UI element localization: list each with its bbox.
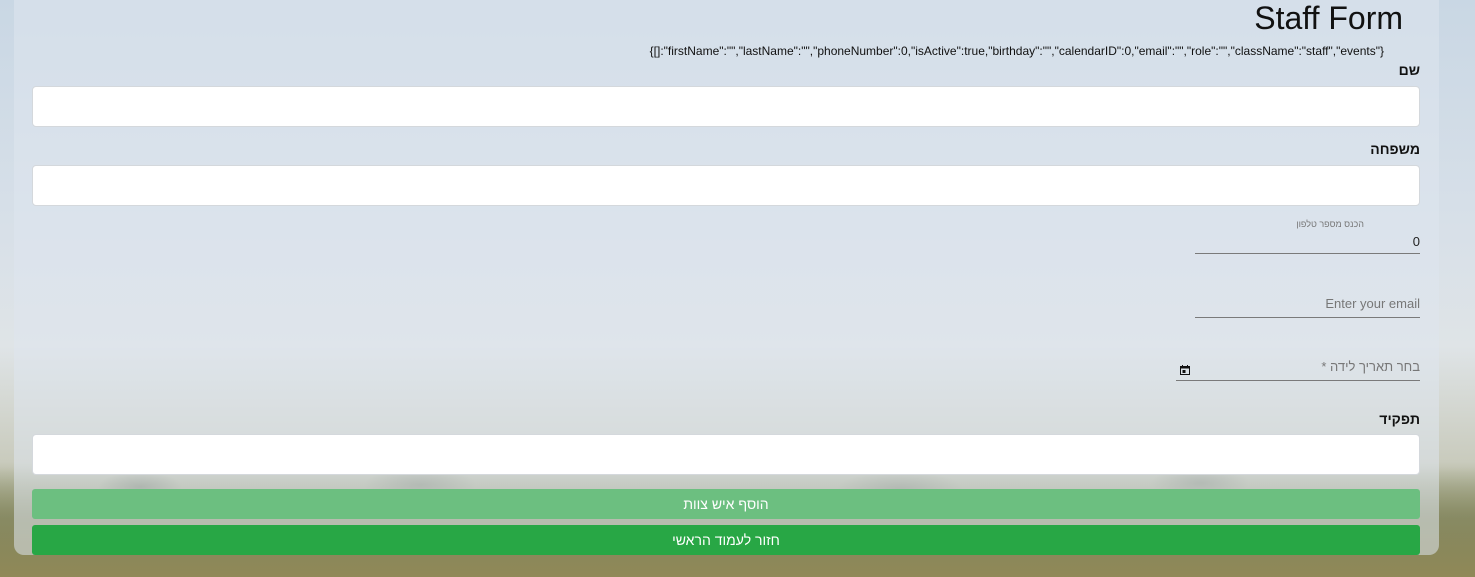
page-title: Staff Form — [1254, 0, 1403, 36]
phone-input[interactable]: 0 — [1195, 228, 1420, 254]
json-preview: {[]:"firstName":"","lastName":"","phoneN… — [649, 44, 1384, 58]
role-label: תפקיד — [1379, 411, 1420, 427]
last-name-input[interactable] — [32, 165, 1420, 206]
last-name-label: משפחה — [1370, 141, 1420, 157]
email-placeholder: Enter your email — [1325, 296, 1420, 311]
first-name-input[interactable] — [32, 86, 1420, 127]
birthday-input[interactable]: בחר תאריך לידה * — [1176, 354, 1420, 381]
add-staff-button[interactable]: הוסף איש צוות — [32, 489, 1420, 519]
first-name-label: שם — [1398, 62, 1420, 78]
email-input[interactable]: Enter your email — [1195, 290, 1420, 318]
calendar-icon[interactable] — [1180, 365, 1190, 375]
birthday-placeholder: בחר תאריך לידה * — [1321, 359, 1420, 374]
back-home-button[interactable]: חזור לעמוד הראשי — [32, 525, 1420, 555]
phone-value: 0 — [1412, 234, 1420, 249]
role-input[interactable] — [32, 434, 1420, 475]
